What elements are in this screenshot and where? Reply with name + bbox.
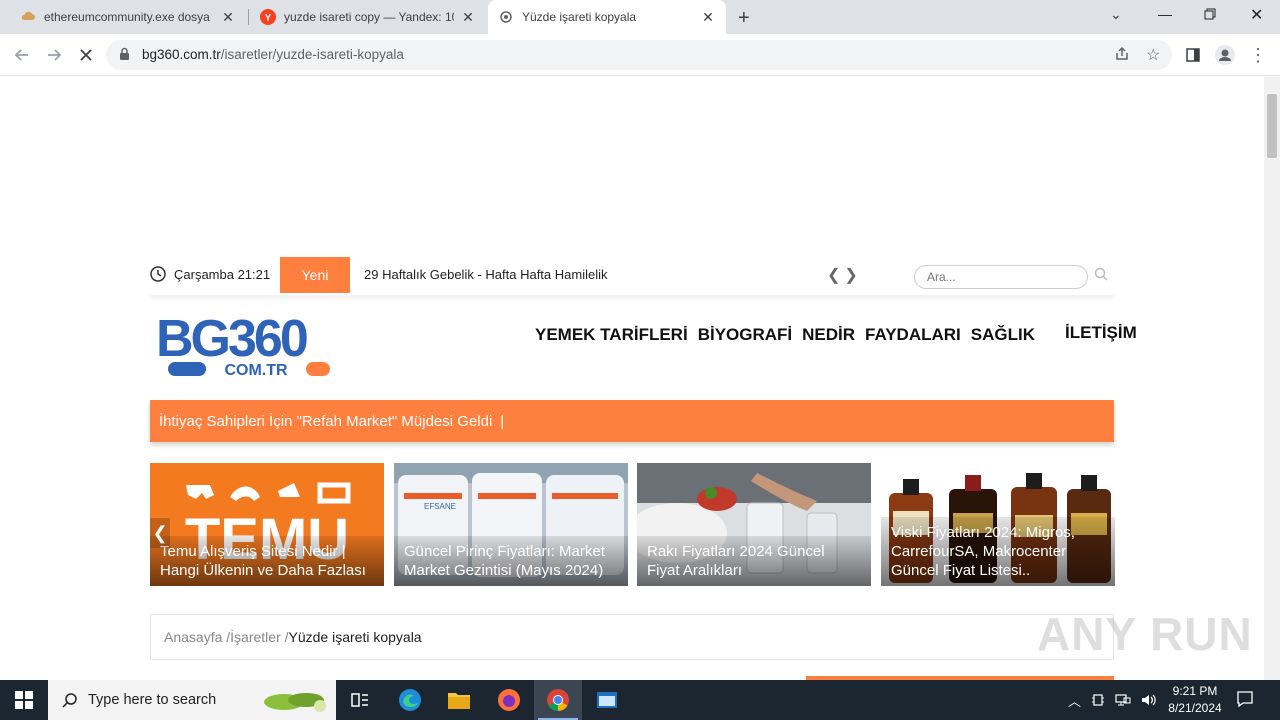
globe-favicon-icon bbox=[498, 9, 514, 25]
firefox-icon[interactable] bbox=[485, 680, 533, 720]
clock-icon bbox=[150, 266, 166, 282]
nav-item-saglik[interactable]: SAĞLIK bbox=[971, 325, 1035, 345]
tray-device-icon[interactable] bbox=[1091, 693, 1105, 707]
task-view-icon[interactable] bbox=[336, 680, 384, 720]
bookmark-star-icon[interactable]: ☆ bbox=[1146, 45, 1160, 65]
forward-icon[interactable] bbox=[41, 42, 67, 68]
windows-start-icon[interactable] bbox=[0, 680, 48, 720]
restore-icon[interactable] bbox=[1204, 7, 1216, 25]
news-card-raki[interactable]: Rakı Fiyatları 2024 Güncel Fiyat Aralıkl… bbox=[637, 463, 871, 586]
breadcrumb-current: Yüzde işareti kopyala bbox=[288, 629, 422, 645]
card-caption[interactable]: Güncel Pirinç Fiyatları: Market Market G… bbox=[394, 536, 628, 586]
notification-icon[interactable] bbox=[1236, 690, 1254, 713]
nav-item-biyografi[interactable]: BİYOGRAFİ bbox=[698, 325, 792, 345]
news-card-pirinc[interactable]: EFSANE Güncel Pirinç Fiyatları: Market M… bbox=[394, 463, 628, 586]
rice-bag-label: EFSANE bbox=[424, 502, 456, 511]
anyrun-watermark: ANY RUN bbox=[1037, 608, 1253, 660]
main-navigation: YEMEK TARİFLERİ BİYOGRAFİ NEDİR FAYDALAR… bbox=[535, 323, 1137, 345]
app-window-icon[interactable] bbox=[583, 680, 631, 720]
close-window-icon[interactable]: ✕ bbox=[1250, 5, 1263, 25]
yandex-favicon-icon: Y bbox=[260, 9, 276, 25]
svg-text:Y: Y bbox=[265, 13, 272, 24]
site-logo[interactable]: BG360 COM.TR bbox=[156, 310, 348, 384]
news-card-viski[interactable]: Viski Fiyatları 2024: Migros, CarrefourS… bbox=[881, 463, 1115, 586]
date-time: Çarşamba 21:21 bbox=[150, 266, 270, 282]
taskbar-search-box[interactable]: Type here to search bbox=[48, 680, 336, 720]
date-text: Çarşamba 21:21 bbox=[174, 266, 271, 282]
tab-search-chevron-icon[interactable]: ⌄ bbox=[1110, 6, 1122, 23]
network-icon[interactable] bbox=[1115, 693, 1131, 707]
breadcrumb: Anasayfa /İşaretler /Yüzde işareti kopya… bbox=[150, 614, 1114, 660]
nav-item-yemek-tarifleri[interactable]: YEMEK TARİFLERİ bbox=[535, 325, 688, 345]
menu-kebab-icon[interactable]: ⋮ bbox=[1245, 42, 1271, 68]
taskbar-search-placeholder: Type here to search bbox=[88, 692, 217, 708]
scrollbar-thumb[interactable] bbox=[1267, 94, 1277, 158]
site-search-input[interactable] bbox=[914, 265, 1088, 289]
nav-item-faydalari[interactable]: FAYDALARI bbox=[865, 325, 961, 345]
close-tab-icon[interactable]: ✕ bbox=[700, 9, 716, 25]
tab-yandex[interactable]: Y yuzde isareti copy — Yandex: 10 ✕ bbox=[250, 0, 486, 34]
text-cursor: | bbox=[500, 413, 505, 430]
logo-text-comtr: COM.TR bbox=[224, 362, 288, 379]
logo-text-bg: BG360 bbox=[156, 310, 307, 368]
announcement-bar[interactable]: İhtiyaç Sahipleri İçin "Refah Market" Mü… bbox=[150, 400, 1114, 442]
tab-title: ethereumcommunity.exe dosya bbox=[44, 10, 210, 24]
tray-chevron-icon[interactable]: ︿ bbox=[1068, 691, 1081, 710]
side-panel-icon[interactable] bbox=[1180, 42, 1206, 68]
clock-time: 9:21 PM bbox=[1172, 684, 1218, 698]
share-icon[interactable] bbox=[1114, 46, 1130, 67]
web-page: Çarşamba 21:21 Yeni 29 Haftalık Gebelik … bbox=[0, 77, 1264, 680]
top-info-bar: Çarşamba 21:21 Yeni 29 Haftalık Gebelik … bbox=[150, 257, 1114, 293]
stop-loading-icon[interactable] bbox=[73, 42, 99, 68]
news-ticker-item[interactable]: 29 Haftalık Gebelik - Hafta Hafta Hamile… bbox=[364, 267, 607, 282]
url-host: bg360.com.tr bbox=[142, 47, 221, 62]
tab-title: yuzde isareti copy — Yandex: 10 bbox=[284, 10, 454, 24]
url-path: /isaretler/yuzde-isareti-kopyala bbox=[220, 47, 404, 62]
cucumber-search-highlight-icon bbox=[264, 693, 326, 712]
clock-date: 8/21/2024 bbox=[1168, 701, 1222, 715]
search-icon bbox=[62, 693, 77, 708]
new-tab-icon[interactable]: + bbox=[738, 7, 750, 30]
news-card-temu[interactable]: TEMU Temu Alışveriş Sitesi Nedir | Hangi… bbox=[150, 463, 384, 586]
announcement-text[interactable]: İhtiyaç Sahipleri İçin "Refah Market" Mü… bbox=[159, 413, 492, 430]
browser-toolbar: bg360.com.tr/isaretler/yuzde-isareti-kop… bbox=[0, 34, 1280, 76]
search-icon[interactable] bbox=[1094, 267, 1108, 286]
new-badge: Yeni bbox=[280, 257, 350, 293]
windows-taskbar: Type here to search ︿ 9:21 PM 8/21/2024 bbox=[0, 680, 1280, 720]
url-text[interactable]: bg360.com.tr/isaretler/yuzde-isareti-kop… bbox=[142, 47, 404, 62]
page-scrollbar[interactable] bbox=[1264, 77, 1280, 680]
back-icon[interactable] bbox=[9, 42, 35, 68]
lock-icon[interactable] bbox=[119, 47, 130, 66]
browser-tab-bar: ethereumcommunity.exe dosya ✕ Y yuzde is… bbox=[0, 0, 1280, 34]
system-tray: ︿ bbox=[1068, 680, 1157, 720]
volume-icon[interactable] bbox=[1141, 693, 1157, 707]
top-bar-shadow bbox=[150, 291, 1114, 295]
ad-space bbox=[0, 77, 1264, 247]
card-caption[interactable]: Viski Fiyatları 2024: Migros, CarrefourS… bbox=[881, 517, 1115, 586]
breadcrumb-home[interactable]: Anasayfa bbox=[164, 629, 222, 645]
file-explorer-icon[interactable] bbox=[435, 680, 483, 720]
minimize-icon[interactable]: — bbox=[1158, 6, 1172, 22]
slider-prev-icon[interactable]: ❮ bbox=[150, 518, 170, 548]
cloud-favicon-icon bbox=[20, 9, 36, 25]
card-caption[interactable]: Temu Alışveriş Sitesi Nedir | Hangi Ülke… bbox=[150, 536, 384, 586]
edge-icon[interactable] bbox=[386, 680, 434, 720]
chrome-icon[interactable] bbox=[534, 680, 582, 720]
tab-yuzde-isareti[interactable]: Yüzde işareti kopyala ✕ bbox=[488, 0, 726, 34]
card-caption[interactable]: Rakı Fiyatları 2024 Güncel Fiyat Aralıkl… bbox=[637, 536, 871, 586]
tab-separator bbox=[248, 9, 249, 25]
close-tab-icon[interactable]: ✕ bbox=[220, 9, 236, 25]
taskbar-clock[interactable]: 9:21 PM 8/21/2024 bbox=[1160, 683, 1230, 717]
address-bar[interactable]: bg360.com.tr/isaretler/yuzde-isareti-kop… bbox=[106, 40, 1172, 70]
tab-ethereumcommunity[interactable]: ethereumcommunity.exe dosya ✕ bbox=[10, 0, 246, 34]
profile-avatar-icon[interactable] bbox=[1212, 42, 1238, 68]
ticker-arrows[interactable]: ❮❯ bbox=[827, 265, 862, 285]
breadcrumb-category[interactable]: İşaretler bbox=[230, 629, 281, 645]
nav-item-nedir[interactable]: NEDİR bbox=[802, 325, 855, 345]
close-tab-icon[interactable]: ✕ bbox=[460, 9, 476, 25]
nav-item-iletisim[interactable]: İLETİŞİM bbox=[1065, 323, 1137, 345]
tab-title: Yüzde işareti kopyala bbox=[522, 10, 637, 24]
